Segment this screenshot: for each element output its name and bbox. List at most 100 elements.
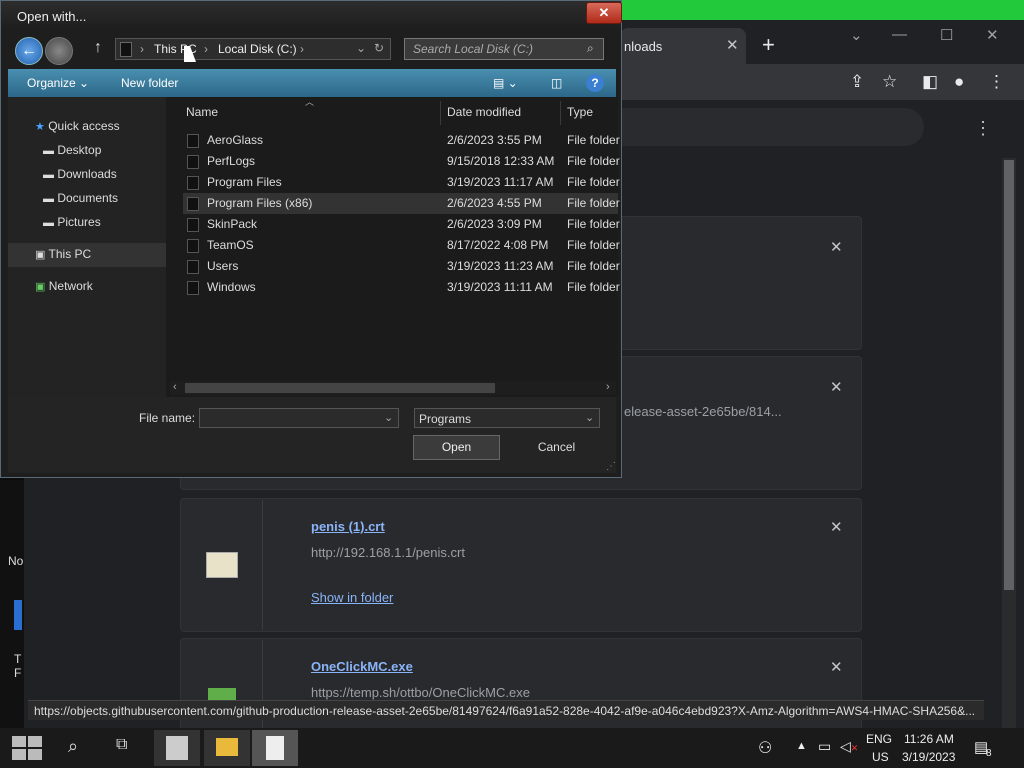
back-button[interactable]: ← bbox=[15, 37, 43, 65]
search-placeholder: Search Local Disk (C:) bbox=[413, 42, 534, 56]
tab-close-icon[interactable]: ✕ bbox=[726, 36, 739, 54]
column-header-date[interactable]: Date modified bbox=[447, 105, 521, 119]
scroll-right-icon[interactable]: › bbox=[606, 381, 610, 393]
task-view-icon[interactable]: ⧉ bbox=[116, 736, 127, 754]
close-icon[interactable]: ✕ bbox=[830, 518, 843, 536]
minimize-button[interactable]: — bbox=[892, 26, 907, 43]
new-folder-button[interactable]: New folder bbox=[121, 76, 178, 90]
desktop-app-icon[interactable] bbox=[14, 600, 22, 630]
volume-muted-icon[interactable]: ◁✕ bbox=[840, 738, 858, 755]
file-name: Users bbox=[207, 259, 239, 273]
certificate-icon bbox=[206, 552, 238, 578]
nav-this-pc[interactable]: ▣ This PC bbox=[35, 247, 91, 261]
nav-label: Quick access bbox=[48, 119, 120, 133]
dialog-close-button[interactable]: ✕ bbox=[586, 2, 622, 24]
search-input[interactable]: Search Local Disk (C:) ⌕ bbox=[404, 38, 604, 60]
new-tab-button[interactable]: + bbox=[762, 32, 775, 58]
nav-label: Downloads bbox=[57, 167, 117, 181]
file-name: Program Files bbox=[207, 175, 282, 189]
close-window-button[interactable]: ✕ bbox=[986, 26, 999, 44]
nav-quick-access[interactable]: ★ Quick access bbox=[35, 119, 120, 133]
file-type: File folder bbox=[567, 259, 620, 273]
nav-label: Pictures bbox=[57, 215, 101, 229]
clock-time[interactable]: 11:26 AM bbox=[904, 732, 954, 746]
scroll-left-icon[interactable]: ‹ bbox=[173, 381, 177, 393]
organize-menu[interactable]: Organize ⌄ bbox=[27, 76, 89, 90]
desktop-label[interactable]: No bbox=[8, 554, 23, 568]
column-header-type[interactable]: Type bbox=[567, 105, 593, 119]
nav-desktop[interactable]: ▬ Desktop bbox=[43, 143, 101, 157]
network-icon[interactable]: ▭ bbox=[818, 738, 831, 755]
desktop-label[interactable]: T bbox=[14, 652, 21, 666]
more-actions-icon[interactable]: ⋮ bbox=[974, 118, 992, 139]
folder-icon bbox=[187, 134, 199, 148]
chevron-down-icon[interactable]: ⌄ bbox=[356, 41, 366, 55]
scrollbar-thumb[interactable] bbox=[1004, 160, 1014, 590]
view-options-icon[interactable]: ▤ ⌄ bbox=[493, 76, 518, 90]
download-filename[interactable]: OneClickMC.exe bbox=[311, 659, 413, 674]
language-indicator[interactable]: ENG bbox=[866, 732, 892, 746]
up-arrow-icon[interactable]: ↑ bbox=[94, 39, 102, 57]
desktop-label[interactable]: F bbox=[14, 666, 21, 680]
tray-overflow-icon[interactable]: ▲ bbox=[796, 740, 807, 752]
dialog-titlebar[interactable] bbox=[1, 1, 621, 31]
card-divider bbox=[262, 500, 263, 630]
refresh-icon[interactable]: ↻ bbox=[374, 41, 384, 55]
star-icon: ★ bbox=[35, 121, 45, 133]
file-date: 2/6/2023 3:55 PM bbox=[447, 133, 542, 147]
people-icon[interactable]: ⚇ bbox=[758, 738, 772, 758]
nav-pictures[interactable]: ▬ Pictures bbox=[43, 215, 101, 229]
cancel-button[interactable]: Cancel bbox=[513, 435, 600, 460]
forward-button[interactable] bbox=[45, 37, 73, 65]
taskbar-app-notepad[interactable] bbox=[154, 730, 200, 766]
nav-documents[interactable]: ▬ Documents bbox=[43, 191, 118, 205]
taskbar-app-openwith[interactable] bbox=[252, 730, 298, 766]
preview-pane-icon[interactable]: ◫ bbox=[551, 76, 562, 90]
file-name-input[interactable]: ⌄ bbox=[199, 408, 399, 428]
file-name-label: File name: bbox=[139, 411, 196, 425]
breadcrumb-local-disk[interactable]: Local Disk (C:) bbox=[218, 42, 297, 56]
maximize-button[interactable]: ☐ bbox=[940, 26, 953, 44]
column-divider[interactable] bbox=[440, 101, 441, 125]
scrollbar-thumb[interactable] bbox=[185, 383, 495, 393]
file-type-select[interactable]: Programs ⌄ bbox=[414, 408, 600, 428]
file-date: 3/19/2023 11:11 AM bbox=[447, 280, 553, 294]
drive-icon bbox=[120, 42, 132, 57]
nav-downloads[interactable]: ▬ Downloads bbox=[43, 167, 117, 181]
file-type: File folder bbox=[567, 175, 620, 189]
column-header-name[interactable]: Name bbox=[186, 105, 218, 119]
tab-search-icon[interactable]: ⌄ bbox=[850, 26, 863, 44]
menu-icon[interactable]: ⋮ bbox=[988, 72, 1005, 92]
profile-icon[interactable]: ● bbox=[954, 72, 964, 92]
file-name: Windows bbox=[207, 280, 256, 294]
close-icon[interactable]: ✕ bbox=[830, 658, 843, 676]
open-button[interactable]: Open bbox=[413, 435, 500, 460]
file-name: PerfLogs bbox=[207, 154, 256, 168]
download-filename[interactable]: penis (1).crt bbox=[311, 519, 385, 534]
region-indicator[interactable]: US bbox=[872, 750, 889, 764]
chevron-down-icon[interactable]: ⌄ bbox=[384, 411, 393, 424]
download-card bbox=[180, 498, 862, 632]
help-button[interactable]: ? bbox=[586, 74, 604, 92]
share-icon[interactable]: ⇪ bbox=[850, 72, 864, 92]
column-divider[interactable] bbox=[560, 101, 561, 125]
resize-grip-icon[interactable]: ⋰ bbox=[606, 461, 616, 472]
close-icon[interactable]: ✕ bbox=[830, 238, 843, 256]
nav-network[interactable]: ▣ Network bbox=[35, 279, 93, 293]
sidepanel-icon[interactable]: ◧ bbox=[922, 72, 938, 92]
search-icon[interactable]: ⌕ bbox=[587, 41, 594, 56]
pictures-folder-icon: ▬ bbox=[43, 217, 54, 229]
close-icon[interactable]: ✕ bbox=[830, 378, 843, 396]
search-icon[interactable]: ⌕ bbox=[68, 736, 78, 757]
file-type: File folder bbox=[567, 217, 620, 231]
file-type: File folder bbox=[567, 154, 620, 168]
clock-date[interactable]: 3/19/2023 bbox=[902, 750, 955, 764]
show-in-folder-link[interactable]: Show in folder bbox=[311, 590, 393, 605]
breadcrumb-chevron-icon: › bbox=[140, 42, 144, 56]
star-icon[interactable]: ☆ bbox=[882, 72, 897, 92]
chevron-down-icon[interactable]: ⌄ bbox=[585, 411, 594, 424]
taskbar-app-explorer[interactable] bbox=[204, 730, 250, 766]
start-button[interactable] bbox=[10, 734, 44, 762]
file-date: 2/6/2023 4:55 PM bbox=[447, 196, 542, 210]
address-bar[interactable]: › This PC › Local Disk (C:) › ⌄ ↻ bbox=[115, 38, 391, 60]
